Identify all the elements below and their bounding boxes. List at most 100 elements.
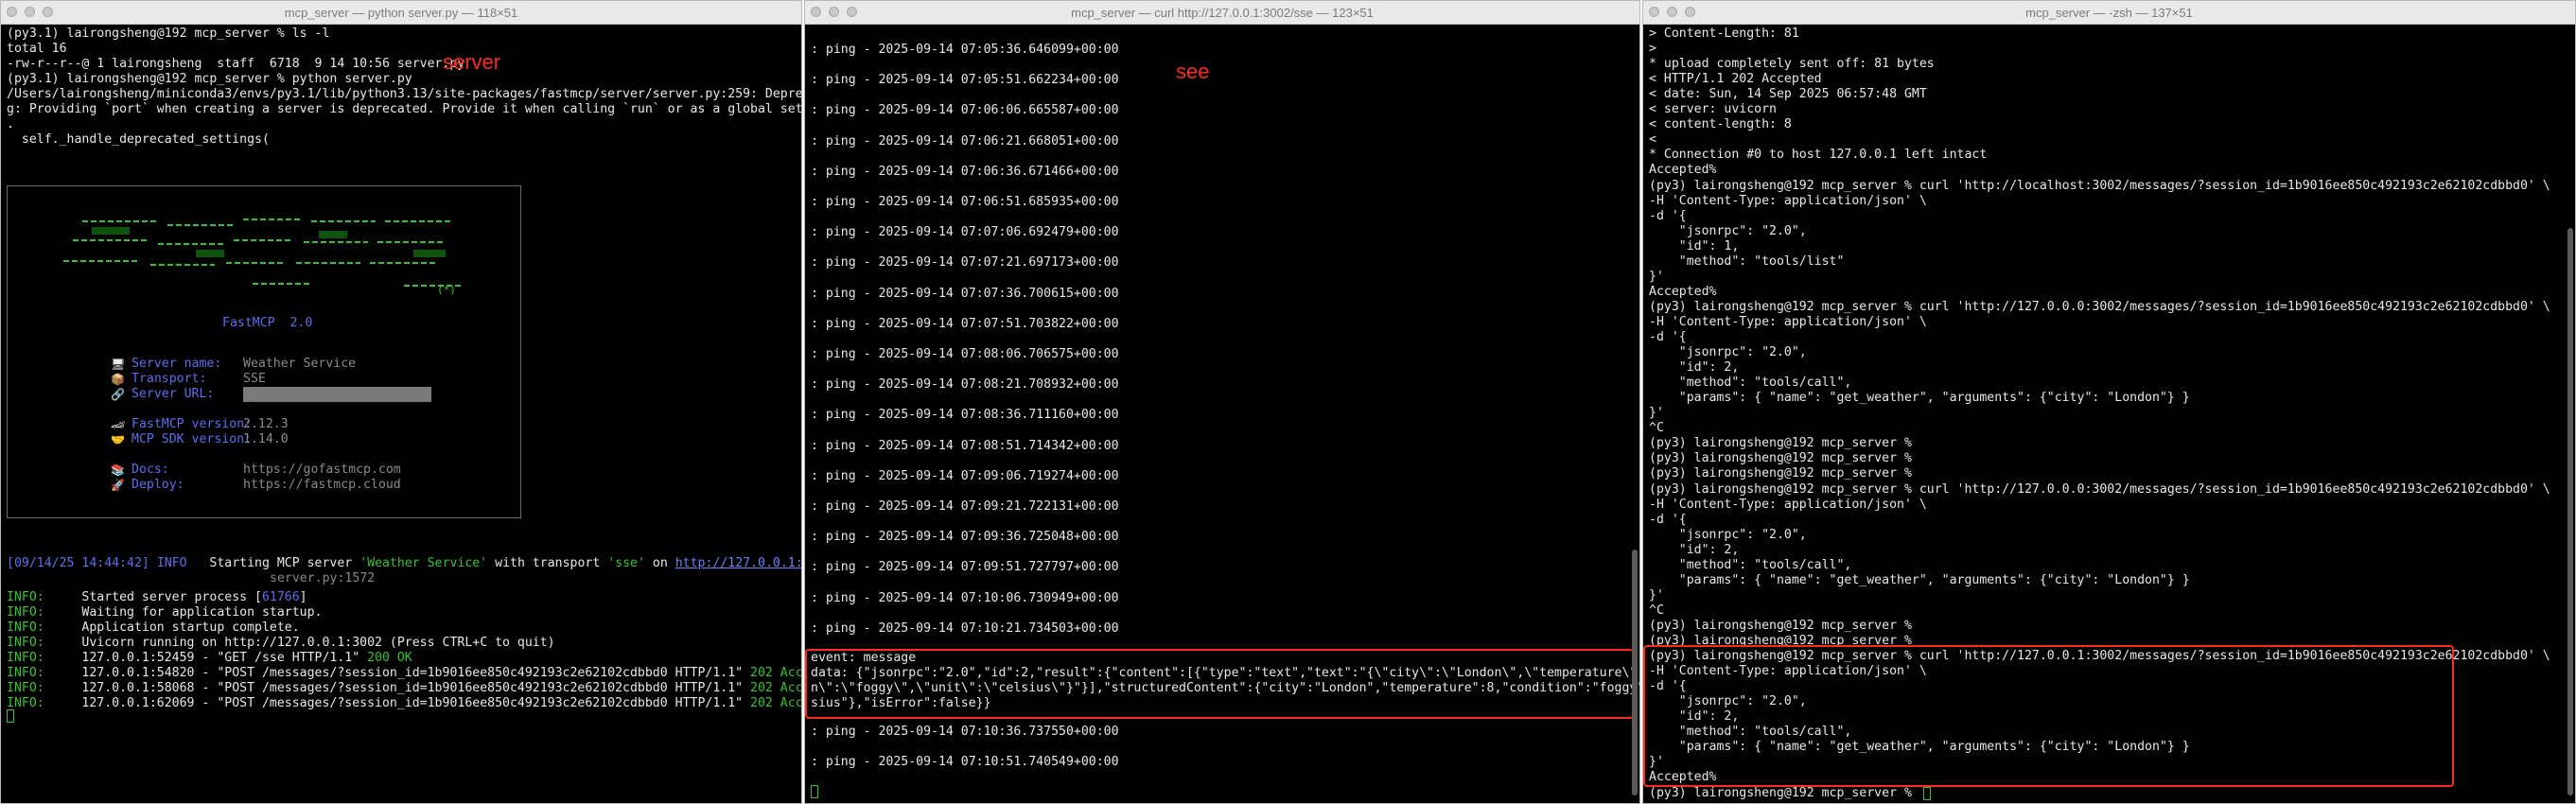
sse-ping-line: : ping - 2025-09-14 07:08:36.711160+00:0… bbox=[811, 408, 1119, 423]
terminal-content[interactable]: (py3.1) lairongsheng@192 mcp_server % ls… bbox=[7, 26, 801, 803]
process-id: 61766 bbox=[261, 590, 300, 605]
terminal-line: }' bbox=[1649, 269, 1664, 284]
terminal-line: "params": { "name": "get_weather", "argu… bbox=[1649, 391, 2190, 406]
terminal-line: < HTTP/1.1 202 Accepted bbox=[1649, 72, 1822, 87]
banner-key: Docs: bbox=[131, 463, 169, 477]
link-icon: 🔗 bbox=[111, 388, 125, 401]
racecar-icon: 🏎 bbox=[111, 418, 126, 431]
terminal-line: "params": { "name": "get_weather", "argu… bbox=[1649, 572, 2190, 587]
terminal-line: > bbox=[1649, 42, 1656, 57]
terminal-line: (py3) lairongsheng@192 mcp_server % bbox=[1649, 451, 1912, 466]
banner-value: 1.14.0 bbox=[243, 432, 289, 446]
info-text: Started server process [ bbox=[44, 590, 262, 605]
titlebar[interactable]: mcp_server — python server.py — 118×51 bbox=[1, 1, 801, 25]
access-log-line: INFO: 127.0.0.1:52459 - "GET /sse HTTP/1… bbox=[7, 651, 412, 666]
zoom-window-icon[interactable] bbox=[1685, 7, 1695, 17]
banner-value: http://127.0.0.1:3002/sse bbox=[243, 387, 431, 402]
sse-ping-line: : ping - 2025-09-14 07:10:06.730949+00:0… bbox=[811, 590, 1119, 605]
monitor-icon: 🖥 bbox=[111, 358, 126, 371]
rocket-icon: 🚀 bbox=[111, 479, 125, 492]
terminal-line: -H 'Content-Type: application/json' \ bbox=[1649, 314, 1927, 329]
highlight-box-sse-event bbox=[805, 649, 1634, 719]
log-text: on bbox=[644, 556, 675, 570]
banner-key: Server name: bbox=[131, 357, 222, 371]
close-window-icon[interactable] bbox=[7, 7, 17, 17]
info-text: ] bbox=[299, 590, 307, 605]
terminal-line: -d '{ bbox=[1649, 512, 1687, 527]
banner-value: Weather Service bbox=[243, 357, 357, 371]
terminal-line: ^C bbox=[1649, 603, 1664, 618]
close-window-icon[interactable] bbox=[1649, 7, 1659, 17]
terminal-line: (py3) lairongsheng@192 mcp_server % bbox=[1649, 785, 1919, 800]
info-label: INFO: bbox=[7, 636, 44, 651]
terminal-line: (py3.1) lairongsheng@192 mcp_server % py… bbox=[7, 72, 412, 87]
info-label: INFO: bbox=[7, 666, 44, 681]
sse-ping-line: : ping - 2025-09-14 07:10:51.740549+00:0… bbox=[811, 755, 1119, 770]
terminal-line: * Connection #0 to host 127.0.0.1 left i… bbox=[1649, 148, 1988, 163]
banner-key: Deploy: bbox=[131, 478, 184, 492]
terminal-line: (py3.1) lairongsheng@192 mcp_server % ls… bbox=[7, 26, 330, 41]
highlight-box-curl-request bbox=[1643, 645, 2454, 787]
sse-ping-line: : ping - 2025-09-14 07:06:51.685935+00:0… bbox=[811, 195, 1119, 209]
info-label: INFO: bbox=[7, 651, 44, 666]
sse-ping-line: : ping - 2025-09-14 07:07:21.697173+00:0… bbox=[811, 255, 1119, 271]
sse-ping-line: : ping - 2025-09-14 07:08:06.706575+00:0… bbox=[811, 347, 1119, 361]
scrollbar[interactable] bbox=[1632, 550, 1638, 795]
window-title: mcp_server — curl http://127.0.0.1:3002/… bbox=[1071, 5, 1374, 20]
terminal-line: ^C bbox=[1649, 421, 1664, 436]
minimize-window-icon[interactable] bbox=[1667, 7, 1677, 17]
fastmcp-ascii-logo: (*) bbox=[63, 218, 461, 296]
terminal-line: "id": 1, bbox=[1649, 238, 1740, 253]
sse-url-link[interactable]: http://127.0.0.1:3002/sse bbox=[675, 556, 801, 570]
terminal-line: self._handle_deprecated_settings( bbox=[7, 132, 270, 148]
terminal-line: . bbox=[7, 117, 14, 132]
sse-ping-line: : ping - 2025-09-14 07:09:06.719274+00:0… bbox=[811, 468, 1119, 483]
titlebar[interactable]: mcp_server — -zsh — 137×51 bbox=[1643, 1, 2575, 25]
titlebar[interactable]: mcp_server — curl http://127.0.0.1:3002/… bbox=[805, 1, 1639, 25]
sse-ping-line: : ping - 2025-09-14 07:09:51.727797+00:0… bbox=[811, 560, 1119, 575]
zoom-window-icon[interactable] bbox=[847, 7, 857, 17]
annotation-see: see bbox=[1176, 60, 1210, 83]
terminal-line: (py3) lairongsheng@192 mcp_server % bbox=[1649, 466, 1912, 481]
access-log-line: INFO: 127.0.0.1:62069 - "POST /messages/… bbox=[7, 696, 802, 711]
info-line: INFO: Waiting for application startup. bbox=[7, 605, 322, 620]
minimize-window-icon[interactable] bbox=[829, 7, 839, 17]
terminal-line: -H 'Content-Type: application/json' \ bbox=[1649, 193, 1927, 208]
request-text: 127.0.0.1:54820 - "POST /messages/?sessi… bbox=[44, 666, 751, 681]
info-text: Application startup complete. bbox=[44, 620, 300, 636]
books-icon: 📚 bbox=[111, 463, 125, 477]
sse-ping-line: : ping - 2025-09-14 07:07:36.700615+00:0… bbox=[811, 286, 1119, 301]
terminal-line: -rw-r--r--@ 1 lairongsheng staff 6718 9 … bbox=[7, 57, 465, 72]
terminal-line: total 16 bbox=[7, 42, 67, 57]
terminal-line: }' bbox=[1649, 587, 1664, 603]
terminal-line: "jsonrpc": "2.0", bbox=[1649, 345, 1807, 360]
minimize-window-icon[interactable] bbox=[25, 7, 35, 17]
scrollbar[interactable] bbox=[2567, 228, 2573, 795]
sse-ping-line: : ping - 2025-09-14 07:05:36.646099+00:0… bbox=[811, 43, 1119, 57]
terminal-line: "jsonrpc": "2.0", bbox=[1649, 527, 1807, 542]
zoom-window-icon[interactable] bbox=[43, 7, 53, 17]
http-status: 200 OK bbox=[367, 651, 412, 666]
terminal-window-server[interactable]: mcp_server — python server.py — 118×51 (… bbox=[0, 0, 802, 804]
terminal-line: Accepted% bbox=[1649, 284, 1717, 299]
sse-ping-line: : ping - 2025-09-14 07:09:21.722131+00:0… bbox=[811, 499, 1119, 514]
log-transport: 'sse' bbox=[607, 556, 645, 570]
terminal-cursor bbox=[7, 709, 14, 723]
window-title: mcp_server — python server.py — 118×51 bbox=[284, 5, 518, 20]
terminal-line: Accepted% bbox=[1649, 163, 1717, 178]
access-log-line: INFO: 127.0.0.1:54820 - "POST /messages/… bbox=[7, 666, 801, 681]
log-level: INFO bbox=[156, 556, 187, 570]
log-text: Starting MCP server bbox=[186, 556, 360, 570]
terminal-line: (py3) lairongsheng@192 mcp_server % bbox=[1649, 618, 1912, 633]
banner-value: https://gofastmcp.com bbox=[243, 463, 401, 477]
http-status: 202 Accepted bbox=[750, 696, 802, 711]
close-window-icon[interactable] bbox=[811, 7, 821, 17]
banner-key: MCP SDK version: bbox=[131, 432, 253, 446]
terminal-line: < date: Sun, 14 Sep 2025 06:57:48 GMT bbox=[1649, 87, 1927, 102]
sse-ping-line: : ping - 2025-09-14 07:06:36.671466+00:0… bbox=[811, 164, 1119, 179]
sse-ping-line: : ping - 2025-09-14 07:07:06.692479+00:0… bbox=[811, 225, 1119, 240]
terminal-window-sse[interactable]: mcp_server — curl http://127.0.0.1:3002/… bbox=[804, 0, 1640, 804]
banner-key: Server URL: bbox=[131, 387, 215, 401]
info-line: INFO: Uvicorn running on http://127.0.0.… bbox=[7, 636, 555, 651]
terminal-window-zsh[interactable]: mcp_server — -zsh — 137×51 > Content-Len… bbox=[1642, 0, 2576, 804]
